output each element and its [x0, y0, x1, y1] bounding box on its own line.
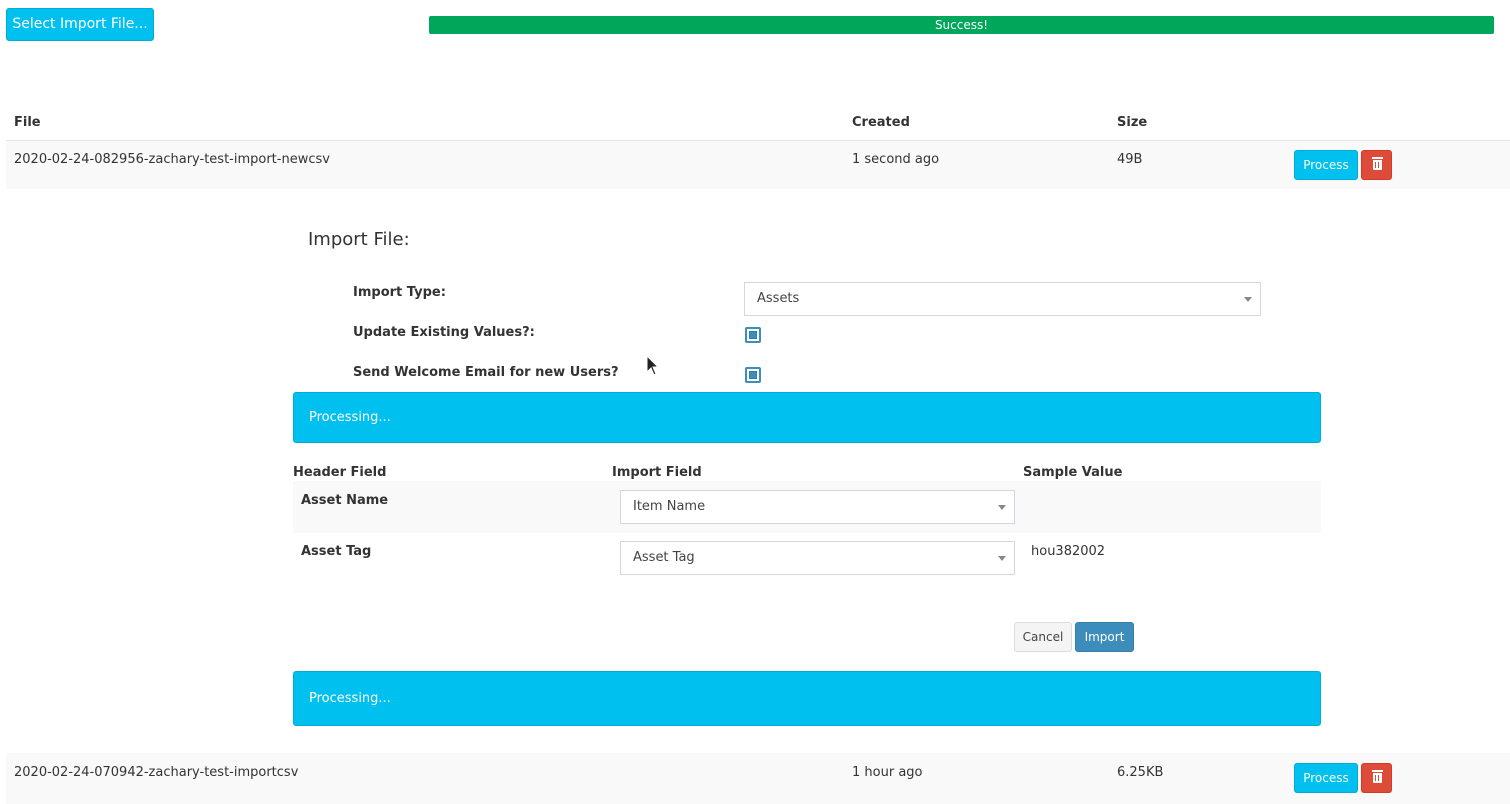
- checkbox-checked-icon: [749, 331, 757, 339]
- delete-button[interactable]: [1361, 150, 1392, 180]
- import-button[interactable]: Import: [1075, 622, 1134, 652]
- import-type-label: Import Type:: [353, 285, 446, 300]
- update-existing-label: Update Existing Values?:: [353, 325, 535, 340]
- send-welcome-checkbox[interactable]: [745, 367, 761, 383]
- process-button[interactable]: Process: [1294, 763, 1358, 793]
- file-created: 1 hour ago: [852, 765, 923, 780]
- import-field-value: Asset Tag: [633, 550, 695, 565]
- processing-alert-bottom: Processing...: [293, 671, 1321, 726]
- column-header-size: Size: [1117, 115, 1148, 130]
- cancel-button[interactable]: Cancel: [1014, 622, 1072, 652]
- chevron-down-icon: [998, 556, 1006, 561]
- file-created: 1 second ago: [852, 152, 940, 167]
- upload-progress-text: Success!: [934, 18, 989, 32]
- column-header-created: Created: [852, 115, 910, 130]
- import-field-select[interactable]: Asset Tag: [620, 541, 1015, 575]
- import-type-select[interactable]: Assets: [744, 282, 1261, 316]
- file-size: 49B: [1117, 152, 1143, 167]
- upload-progress-bar: Success!: [429, 16, 1494, 34]
- import-file-title: Import File:: [308, 229, 410, 250]
- trash-icon: [1372, 770, 1383, 783]
- import-field-select[interactable]: Item Name: [620, 490, 1015, 524]
- column-header-import-field: Import Field: [612, 465, 702, 480]
- delete-button[interactable]: [1361, 763, 1392, 793]
- select-import-file-button[interactable]: Select Import File...: [6, 8, 154, 41]
- processing-alert: Processing...: [293, 392, 1321, 443]
- mapping-header: Asset Tag: [301, 544, 372, 559]
- sample-value: hou382002: [1031, 544, 1106, 559]
- chevron-down-icon: [998, 505, 1006, 510]
- update-existing-checkbox[interactable]: [745, 327, 761, 343]
- send-welcome-label: Send Welcome Email for new Users?: [353, 365, 619, 380]
- file-name: 2020-02-24-070942-zachary-test-importcsv: [14, 765, 299, 780]
- mapping-header: Asset Name: [301, 493, 389, 508]
- process-button[interactable]: Process: [1294, 150, 1358, 180]
- column-header-header-field: Header Field: [293, 465, 387, 480]
- mouse-pointer-icon: [646, 355, 660, 376]
- import-field-value: Item Name: [633, 499, 706, 514]
- file-size: 6.25KB: [1117, 765, 1164, 780]
- checkbox-checked-icon: [749, 371, 757, 379]
- trash-icon: [1372, 157, 1383, 170]
- file-name: 2020-02-24-082956-zachary-test-import-ne…: [14, 152, 330, 167]
- column-header-sample-value: Sample Value: [1023, 465, 1123, 480]
- import-type-value: Assets: [757, 291, 800, 306]
- column-header-file: File: [14, 115, 41, 130]
- chevron-down-icon: [1244, 297, 1252, 302]
